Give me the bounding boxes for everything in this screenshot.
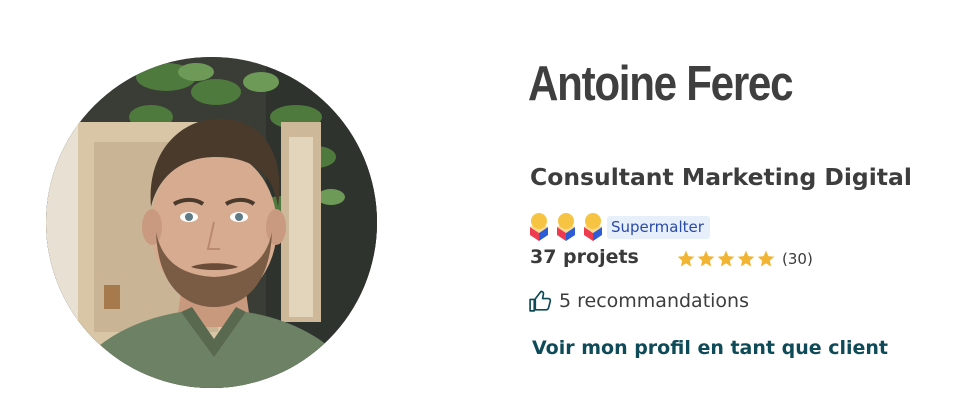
freelancer-profile-card: Antoine Ferec Consultant Marketing Digit… [0, 0, 974, 406]
medal-icon [557, 213, 575, 241]
recommendations-label: 5 recommandations [559, 290, 749, 312]
review-count: (30) [782, 250, 813, 268]
star-icon [677, 250, 695, 267]
profile-job-title: Consultant Marketing Digital [530, 165, 912, 191]
supermalter-badge: Supermalter [607, 215, 710, 239]
avatar [46, 57, 377, 388]
projects-count: 37 projets [530, 246, 639, 268]
rating: (30) [676, 248, 813, 270]
recommendations: 5 recommandations [528, 288, 749, 314]
star-icon [717, 250, 735, 267]
star-icon [697, 250, 715, 267]
thumbs-up-icon [529, 290, 552, 312]
star-icon [757, 250, 775, 267]
medal-icon [584, 213, 602, 241]
profile-name: Antoine Ferec [528, 57, 794, 111]
badges-row: Supermalter [529, 213, 710, 241]
view-as-client-link[interactable]: Voir mon profil en tant que client [532, 337, 888, 359]
medal-icon [530, 213, 548, 241]
stars [676, 249, 776, 269]
star-icon [737, 250, 755, 267]
